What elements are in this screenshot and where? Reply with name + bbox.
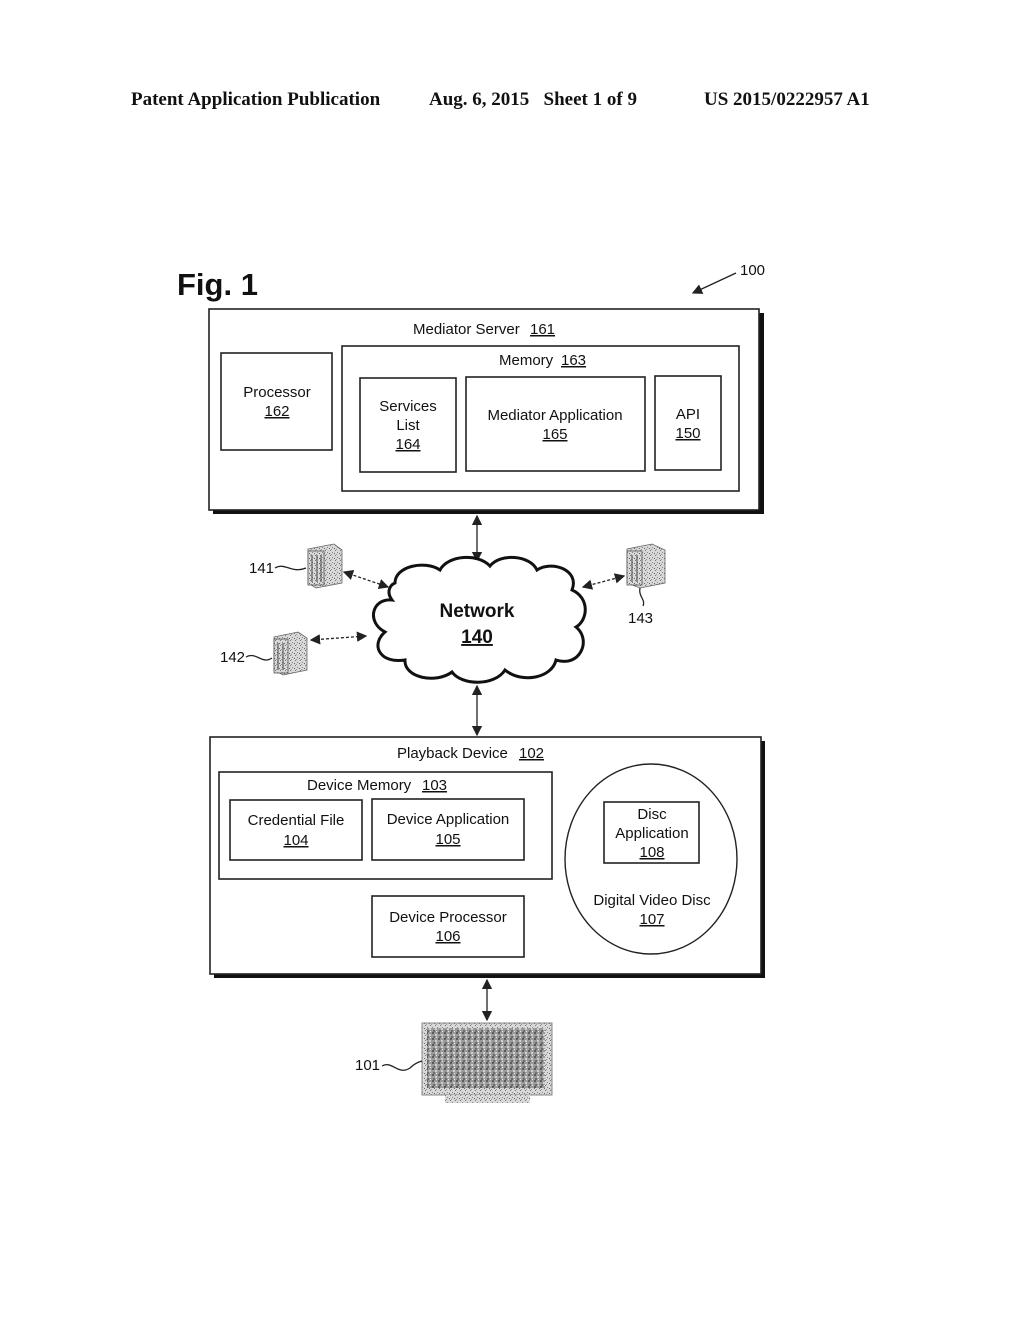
device-processor-number: 106 (435, 928, 460, 945)
server-143-leader (639, 587, 645, 607)
figure-ref-arrow (691, 272, 737, 294)
processor-number: 162 (264, 403, 289, 420)
device-memory-number: 103 (422, 777, 447, 794)
api-number: 150 (675, 425, 700, 442)
network-label: Network (440, 601, 515, 622)
device-application-number: 105 (435, 831, 460, 848)
device-application-label: Device Application (387, 811, 510, 828)
processor-label: Processor (243, 384, 311, 401)
playback-device-label: Playback Device (397, 745, 508, 762)
server-143-icon (626, 543, 666, 589)
display-icon (421, 1022, 553, 1103)
server-142-connector (309, 631, 368, 645)
disc-application-label-2: Application (615, 825, 688, 842)
figure-ref-label: 100 (740, 262, 765, 279)
device-processor-box (371, 895, 525, 958)
credential-file-box (229, 799, 363, 861)
server-143-connector (581, 573, 626, 590)
mediator-application-box (465, 376, 646, 472)
mediator-server-label: Mediator Server (413, 321, 520, 338)
credential-file-label: Credential File (248, 812, 345, 829)
server-141-connector (342, 570, 390, 589)
services-list-label-2: List (396, 417, 420, 434)
disc-application-number: 108 (639, 844, 664, 861)
server-142-icon (273, 631, 308, 676)
dvd-number: 107 (639, 911, 664, 928)
services-list-label-1: Services (379, 398, 437, 415)
mediator-application-label: Mediator Application (487, 407, 622, 424)
processor-box (220, 352, 333, 451)
display-leader (381, 1060, 423, 1071)
memory-label: Memory (499, 352, 554, 369)
api-label: API (676, 406, 700, 423)
network-number: 140 (461, 627, 493, 648)
api-box (654, 375, 722, 471)
figure-title: Fig. 1 (177, 267, 258, 302)
device-processor-label: Device Processor (389, 909, 507, 926)
mediator-server-number: 161 (530, 321, 555, 338)
server-141-icon (307, 543, 343, 589)
disc-application-label-1: Disc (637, 806, 667, 823)
display-label: 101 (355, 1057, 380, 1074)
mediator-application-number: 165 (542, 426, 567, 443)
device-application-box (371, 798, 525, 861)
dvd-label: Digital Video Disc (593, 892, 711, 909)
memory-number: 163 (561, 352, 586, 369)
playback-device-number: 102 (519, 745, 544, 762)
device-memory-label: Device Memory (307, 777, 412, 794)
server-143-label: 143 (628, 610, 653, 627)
server-142-label: 142 (220, 649, 245, 666)
credential-file-number: 104 (283, 832, 308, 849)
figure-1-diagram: Fig. 1 100 Mediator Server 161 Processor… (177, 262, 765, 1103)
services-list-number: 164 (395, 436, 420, 453)
server-142-leader (245, 654, 273, 661)
server-141-label: 141 (249, 560, 274, 577)
server-141-leader (274, 565, 307, 571)
